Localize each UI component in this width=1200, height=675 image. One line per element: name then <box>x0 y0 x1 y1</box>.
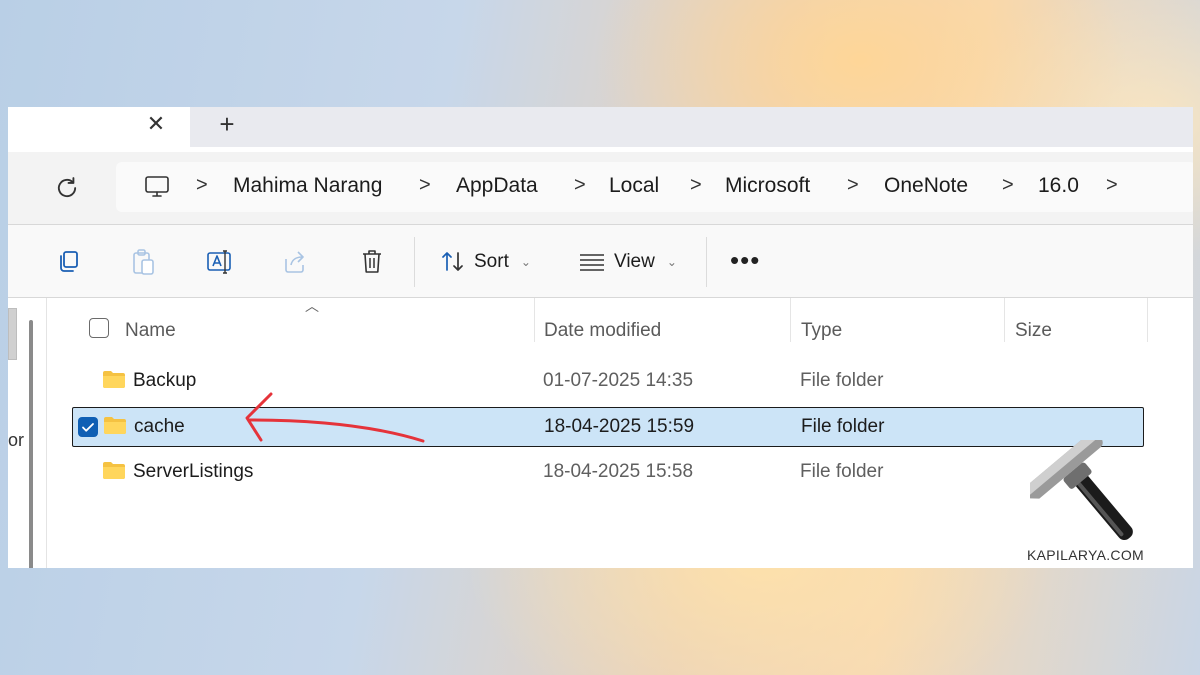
breadcrumb-item-onenote[interactable]: OneNote <box>884 174 968 198</box>
chevron-down-icon: ⌄ <box>520 255 531 269</box>
column-header-type[interactable]: Type <box>801 320 842 342</box>
nav-pane-scroll-thumb[interactable] <box>8 308 17 360</box>
more-options-button[interactable]: ••• <box>730 245 760 276</box>
file-row-serverlistings[interactable]: ServerListings 18-04-2025 15:58 File fol… <box>72 453 1142 491</box>
address-bar[interactable]: > Mahima Narang > AppData > Local > Micr… <box>116 162 1193 212</box>
file-type: File folder <box>800 461 884 482</box>
command-bar: Sort ⌄ View ⌄ ••• <box>8 225 1193 297</box>
file-date-modified: 18-04-2025 15:59 <box>544 416 695 437</box>
sort-icon <box>442 252 463 271</box>
nav-pane-clipped-text: or <box>8 430 25 450</box>
hammer-logo-icon <box>1030 440 1133 541</box>
breadcrumb-chevron-icon[interactable]: > <box>574 174 586 197</box>
close-tab-icon[interactable]: ✕ <box>143 111 169 137</box>
new-tab-icon[interactable]: + <box>212 110 242 138</box>
sort-ascending-icon: ︿ <box>305 298 319 314</box>
breadcrumb-item-microsoft[interactable]: Microsoft <box>725 174 810 198</box>
view-button[interactable]: View ⌄ <box>578 247 677 277</box>
rename-icon[interactable] <box>205 247 235 277</box>
file-row-cache[interactable]: cache 18-04-2025 15:59 File folder <box>72 407 1144 447</box>
row-checkbox-checked[interactable] <box>78 417 98 437</box>
chevron-down-icon: ⌄ <box>666 255 677 269</box>
address-row: > Mahima Narang > AppData > Local > Micr… <box>8 152 1193 224</box>
column-divider[interactable] <box>534 298 535 342</box>
breadcrumb-chevron-icon[interactable]: > <box>690 174 702 197</box>
checkmark-icon <box>82 423 94 432</box>
toolbar-separator <box>706 237 707 287</box>
file-date-modified: 01-07-2025 14:35 <box>543 370 694 391</box>
folder-icon <box>103 371 125 388</box>
folder-icon <box>103 462 125 479</box>
breadcrumb-item-version[interactable]: 16.0 <box>1038 174 1079 198</box>
breadcrumb-chevron-icon[interactable]: > <box>419 174 431 197</box>
column-header-date-modified[interactable]: Date modified <box>544 320 661 342</box>
file-name: cache <box>134 416 185 437</box>
annotation-arrow-icon <box>245 392 425 443</box>
breadcrumb-chevron-icon[interactable]: > <box>1106 174 1118 197</box>
refresh-icon[interactable] <box>53 174 81 202</box>
column-divider[interactable] <box>1004 298 1005 342</box>
breadcrumb-chevron-icon[interactable]: > <box>196 174 208 197</box>
file-name: ServerListings <box>133 461 254 482</box>
file-type: File folder <box>801 416 885 437</box>
watermark-text: KAPILARYA.COM <box>1027 547 1144 563</box>
this-pc-icon[interactable] <box>144 175 170 199</box>
column-divider[interactable] <box>1147 298 1148 342</box>
sort-label: Sort <box>474 251 509 272</box>
file-name: Backup <box>133 370 197 391</box>
tab-strip: ✕ + <box>8 107 1193 152</box>
share-icon[interactable] <box>281 247 311 277</box>
tab-strip-background <box>190 107 1193 147</box>
view-label: View <box>614 251 655 272</box>
column-header-name[interactable]: Name <box>125 320 176 342</box>
file-row-backup[interactable]: Backup 01-07-2025 14:35 File folder <box>72 362 1142 400</box>
column-divider[interactable] <box>790 298 791 342</box>
select-all-checkbox[interactable] <box>89 318 109 338</box>
delete-icon[interactable] <box>357 247 387 277</box>
paste-icon[interactable] <box>129 247 159 277</box>
toolbar-separator <box>414 237 415 287</box>
folder-icon <box>104 417 126 434</box>
file-type: File folder <box>800 370 884 391</box>
file-list: ︿ Name Date modified Type Size Backup 01… <box>47 298 1193 568</box>
breadcrumb-item-user[interactable]: Mahima Narang <box>233 174 382 198</box>
nav-pane-scrollbar[interactable] <box>29 320 33 568</box>
breadcrumb-chevron-icon[interactable]: > <box>1002 174 1014 197</box>
navigation-pane: or <box>8 298 47 568</box>
file-explorer-window: ✕ + > Mahima Narang > AppData > Local > … <box>8 107 1193 568</box>
column-header-size[interactable]: Size <box>1015 320 1052 342</box>
view-icon <box>580 254 604 271</box>
file-date-modified: 18-04-2025 15:58 <box>543 461 694 482</box>
copy-icon[interactable] <box>53 247 83 277</box>
breadcrumb-item-appdata[interactable]: AppData <box>456 174 538 198</box>
sort-button[interactable]: Sort ⌄ <box>440 247 531 277</box>
breadcrumb-chevron-icon[interactable]: > <box>847 174 859 197</box>
breadcrumb-item-local[interactable]: Local <box>609 174 659 198</box>
